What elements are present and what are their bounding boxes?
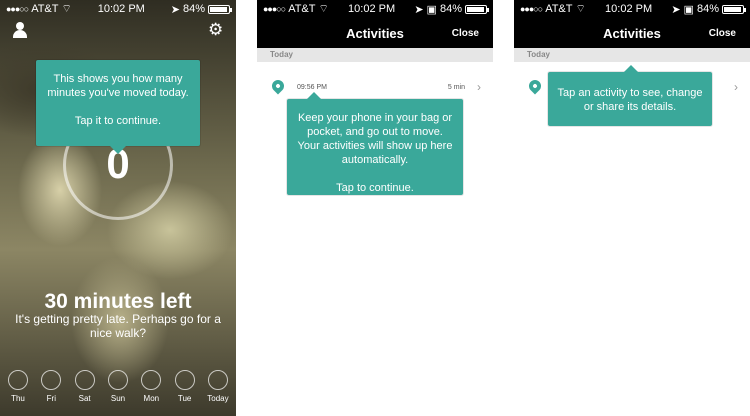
close-button[interactable]: Close: [452, 28, 479, 39]
carrier: AT&T: [288, 3, 316, 15]
day-item[interactable]: Today: [206, 370, 230, 414]
battery-icon: [207, 4, 232, 14]
tooltip-text: This shows you how many minutes you've m…: [47, 73, 189, 99]
tooltip-text: Tap an activity to see, change or share …: [557, 87, 703, 113]
person-icon[interactable]: [12, 22, 28, 38]
day-label: Thu: [11, 394, 25, 403]
location-pin-icon: [526, 77, 544, 95]
battery-icon: [464, 4, 489, 14]
activity-duration: 5 min: [447, 84, 465, 91]
activity-row[interactable]: 09:56 PM 5 min ›: [257, 76, 493, 100]
activities-screen: ●●●○○ AT&T ⌔ 10:02 PM ➤ ▣ 84% Activities…: [257, 0, 493, 416]
day-label: Tue: [177, 394, 192, 403]
wifi-icon: ⌔: [318, 3, 329, 15]
activities-screen: ●●●○○ AT&T ⌔ 10:02 PM ➤ ▣ 84% Activities…: [514, 0, 750, 416]
day-label: Sun: [110, 394, 126, 403]
minutes-left-headline: 30 minutes left: [44, 290, 192, 313]
close-button[interactable]: Close: [709, 28, 736, 39]
battery-percent: 84%: [696, 3, 719, 15]
onboarding-tooltip[interactable]: Tap an activity to see, change or share …: [548, 65, 712, 126]
day-item[interactable]: Mon: [139, 370, 163, 414]
location-icon: ➤: [170, 3, 180, 16]
onboarding-tooltip[interactable]: This shows you how many minutes you've m…: [36, 60, 200, 154]
carrier: AT&T: [545, 3, 573, 15]
nav-bar: ●●●○○ AT&T ⌔ 10:02 PM ➤ ▣ 84% Activities…: [514, 0, 750, 48]
onboarding-tooltip[interactable]: Keep your phone in your bag or pocket, a…: [287, 92, 463, 195]
alarm-icon: ▣: [683, 3, 694, 16]
day-circle: [8, 370, 28, 390]
home-screen: ●●●○○ AT&T ⌔ 10:02 PM ➤ 84% ⚙ 0 This sho…: [0, 0, 236, 416]
day-circle: [141, 370, 162, 390]
status-bar: ●●●○○ AT&T ⌔ 10:02 PM ➤ ▣ 84%: [514, 0, 750, 18]
day-circle: [41, 370, 62, 390]
nav-bar: ●●●○○ AT&T ⌔ 10:02 PM ➤ ▣ 84% Activities…: [257, 0, 493, 48]
location-pin-icon: [269, 77, 287, 95]
day-label: Fri: [46, 394, 56, 403]
day-circle: [207, 370, 228, 390]
day-circle: [174, 370, 195, 390]
status-bar: ●●●○○ AT&T ⌔ 10:02 PM ➤ ▣ 84%: [257, 0, 493, 18]
day-item[interactable]: Fri: [39, 370, 63, 414]
signal-icon: ●●●○○: [520, 4, 543, 14]
day-circle: [74, 370, 95, 390]
chevron-right-icon: ›: [734, 80, 738, 94]
day-selector: Thu Fri Sat Sun Mon Tue Today: [6, 370, 230, 414]
activity-time: 09:56 PM: [297, 84, 327, 91]
signal-icon: ●●●○○: [6, 4, 29, 14]
tooltip-continue: Tap to continue.: [336, 182, 414, 194]
clock: 10:02 PM: [348, 3, 396, 15]
day-item[interactable]: Tue: [173, 370, 197, 414]
chevron-right-icon: ›: [477, 80, 481, 94]
location-icon: ➤: [414, 3, 424, 16]
day-circle: [107, 370, 128, 390]
wifi-icon: ⌔: [575, 3, 586, 15]
tooltip-continue: Tap it to continue.: [74, 115, 162, 127]
gear-icon[interactable]: ⚙: [208, 21, 224, 38]
wifi-icon: ⌔: [61, 3, 72, 15]
day-label: Today: [207, 394, 229, 403]
day-item[interactable]: Sat: [73, 370, 97, 414]
clock: 10:02 PM: [97, 3, 145, 15]
section-header: Today: [514, 48, 750, 62]
day-item[interactable]: Thu: [6, 370, 30, 414]
status-bar: ●●●○○ AT&T ⌔ 10:02 PM ➤ 84%: [0, 0, 236, 18]
section-header: Today: [257, 48, 493, 62]
battery-percent: 84%: [182, 3, 205, 15]
battery-icon: [721, 4, 746, 14]
signal-icon: ●●●○○: [263, 4, 286, 14]
day-label: Sat: [78, 394, 91, 403]
tooltip-text: Keep your phone in your bag or pocket, a…: [297, 112, 453, 166]
location-icon: ➤: [671, 3, 681, 16]
clock: 10:02 PM: [605, 3, 653, 15]
carrier: AT&T: [31, 3, 59, 15]
suggestion-text: It's getting pretty late. Perhaps go for…: [15, 312, 221, 340]
day-item[interactable]: Sun: [106, 370, 130, 414]
day-label: Mon: [143, 394, 160, 403]
battery-percent: 84%: [439, 3, 462, 15]
alarm-icon: ▣: [426, 3, 437, 16]
